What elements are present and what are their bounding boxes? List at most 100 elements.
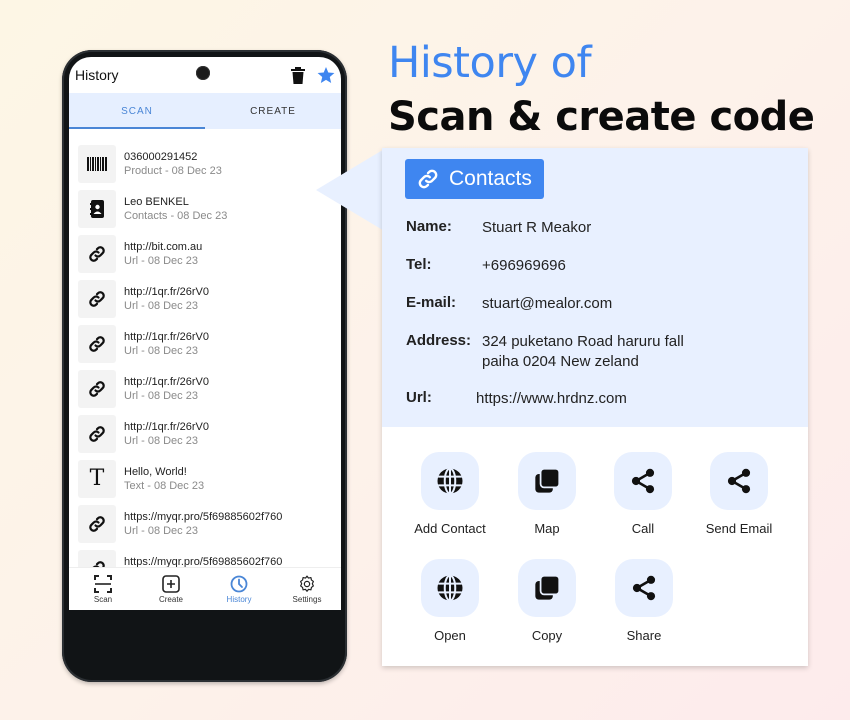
list-item[interactable]: http://1qr.fr/26rV0 Url - 08 Dec 23 [69, 366, 341, 411]
field-tel: Tel: +696969696 [406, 256, 566, 276]
list-item[interactable]: http://1qr.fr/26rV0 Url - 08 Dec 23 [69, 411, 341, 456]
item-subtitle: Url - 08 Dec 23 [124, 524, 198, 537]
field-label: Url: [406, 389, 432, 406]
link-icon [78, 504, 116, 543]
history-list: 036000291452 Product - 08 Dec 23 Leo BEN… [69, 141, 341, 591]
type-label: Contacts [449, 167, 532, 190]
link-icon [78, 279, 116, 318]
field-value[interactable]: Stuart R Meakor [482, 218, 591, 238]
share-icon [710, 452, 768, 510]
list-item[interactable]: http://1qr.fr/26rV0 Url - 08 Dec 23 [69, 276, 341, 321]
item-subtitle: Url - 08 Dec 23 [124, 299, 198, 312]
nav-create-label: Create [158, 594, 183, 604]
list-item[interactable]: 036000291452 Product - 08 Dec 23 [69, 141, 341, 186]
globe-icon [421, 559, 479, 617]
list-item[interactable]: http://1qr.fr/26rV0 Url - 08 Dec 23 [69, 321, 341, 366]
item-subtitle: Url - 08 Dec 23 [124, 389, 198, 402]
list-item[interactable]: Leo BENKEL Contacts - 08 Dec 23 [69, 186, 341, 231]
field-email: E-mail: stuart@mealor.com [406, 294, 612, 314]
item-subtitle: Url - 08 Dec 23 [124, 344, 198, 357]
callout-pointer [316, 148, 386, 232]
field-value[interactable]: +696969696 [482, 256, 566, 276]
action-label: Send Email [705, 521, 773, 536]
field-url: Url: https://www.hrdnz.com [406, 389, 627, 409]
item-subtitle: Text - 08 Dec 23 [124, 479, 205, 492]
app-title: History [75, 67, 119, 83]
tab-scan[interactable]: SCAN [69, 93, 205, 129]
add-contact-button[interactable]: Add Contact [402, 452, 498, 536]
link-icon [78, 414, 116, 453]
action-label: Copy [531, 628, 563, 643]
nav-settings[interactable]: Settings [273, 568, 341, 610]
detail-info: Contacts Name: Stuart R Meakor Tel: +696… [382, 148, 808, 427]
history-icon [230, 575, 248, 592]
globe-icon [421, 452, 479, 510]
item-title: http://1qr.fr/26rV0 [124, 375, 209, 388]
item-title: 036000291452 [124, 150, 198, 163]
scan-icon [94, 574, 112, 593]
share-icon [614, 452, 672, 510]
link-icon [418, 169, 438, 189]
phone-screen: History SCAN CREATE 036000291452 Product… [69, 57, 341, 610]
list-item[interactable]: https://myqr.pro/5f69885602f760 Url - 08… [69, 501, 341, 546]
link-icon [78, 324, 116, 363]
copy-icon [518, 559, 576, 617]
link-icon [78, 234, 116, 273]
field-address: Address: 324 puketano Road haruru fall p… [406, 332, 684, 372]
map-button[interactable]: Map [499, 452, 595, 536]
tab-create[interactable]: CREATE [205, 93, 341, 129]
open-button[interactable]: Open [402, 559, 498, 643]
field-label: Tel: [406, 256, 432, 273]
nav-create[interactable]: Create [137, 568, 205, 610]
create-icon [162, 574, 180, 593]
item-title: http://1qr.fr/26rV0 [124, 285, 209, 298]
contacts-icon [78, 189, 116, 228]
item-subtitle: Url - 08 Dec 23 [124, 254, 198, 267]
item-subtitle: Product - 08 Dec 23 [124, 164, 222, 177]
item-title: https://myqr.pro/5f69885602f760 [124, 510, 283, 523]
field-label: E-mail: [406, 294, 457, 311]
headline-line-2: Scan & create code [388, 94, 815, 140]
action-label: Add Contact [414, 521, 486, 536]
bottom-nav: Scan Create History Settings [69, 567, 341, 610]
item-title: Leo BENKEL [124, 195, 189, 208]
copy-button[interactable]: Copy [499, 559, 595, 643]
barcode-icon [78, 144, 116, 183]
list-item[interactable]: T Hello, World! Text - 08 Dec 23 [69, 456, 341, 501]
copy-icon [518, 452, 576, 510]
item-title: Hello, World! [124, 465, 187, 478]
field-value-line-2[interactable]: paiha 0204 New zeland [482, 352, 684, 372]
field-value[interactable]: https://www.hrdnz.com [476, 389, 627, 409]
list-item[interactable]: http://bit.com.au Url - 08 Dec 23 [69, 231, 341, 276]
share-icon [615, 559, 673, 617]
share-button[interactable]: Share [596, 559, 692, 643]
item-title: http://1qr.fr/26rV0 [124, 420, 209, 433]
type-badge: Contacts [405, 159, 544, 199]
nav-scan[interactable]: Scan [69, 568, 137, 610]
star-icon[interactable] [317, 66, 335, 84]
action-label: Open [434, 628, 466, 643]
nav-settings-label: Settings [292, 594, 322, 604]
tab-bar: SCAN CREATE [69, 93, 341, 129]
item-subtitle: Contacts - 08 Dec 23 [124, 209, 228, 222]
field-label: Address: [406, 332, 472, 349]
action-label: Map [534, 521, 560, 536]
action-label: Call [631, 521, 655, 536]
field-label: Name: [406, 218, 452, 235]
item-title: http://1qr.fr/26rV0 [124, 330, 209, 343]
item-title: http://bit.com.au [124, 240, 203, 253]
front-camera [196, 66, 210, 80]
field-value[interactable]: stuart@mealor.com [482, 294, 612, 314]
nav-history-label: History [226, 594, 252, 604]
trash-icon[interactable] [291, 66, 305, 84]
call-button[interactable]: Call [595, 452, 691, 536]
link-icon [78, 369, 116, 408]
headline-line-1: History of [388, 38, 592, 88]
send-email-button[interactable]: Send Email [691, 452, 787, 536]
nav-history[interactable]: History [205, 568, 273, 610]
text-icon: T [78, 459, 116, 498]
field-name: Name: Stuart R Meakor [406, 218, 591, 238]
field-value[interactable]: 324 puketano Road haruru fall [482, 332, 684, 352]
item-subtitle: Url - 08 Dec 23 [124, 434, 198, 447]
nav-scan-label: Scan [93, 594, 113, 604]
